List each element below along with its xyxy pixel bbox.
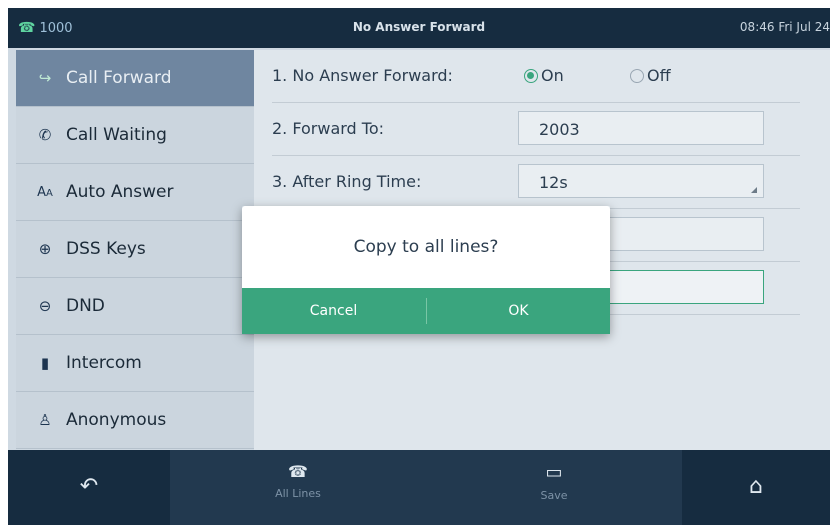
save-button[interactable]: ▭ Save bbox=[426, 450, 682, 525]
sidebar-item-call-forward[interactable]: ↪ Call Forward bbox=[16, 50, 254, 107]
intercom-icon: ▮ bbox=[40, 354, 50, 372]
radio-unselected-icon bbox=[630, 68, 644, 83]
auto-answer-icon: AA bbox=[37, 184, 53, 200]
phone-icon: ☎ bbox=[288, 462, 308, 481]
sidebar-item-label: Call Forward bbox=[66, 68, 172, 88]
sidebar-item-call-waiting[interactable]: ✆ Call Waiting bbox=[16, 107, 254, 164]
forward-to-input[interactable]: 2003 bbox=[518, 111, 764, 145]
all-lines-label: All Lines bbox=[275, 487, 321, 500]
home-button[interactable]: ⌂ bbox=[682, 450, 830, 525]
sidebar-item-label: Auto Answer bbox=[66, 182, 174, 202]
sidebar: ↪ Call Forward ✆ Call Waiting AA Auto An… bbox=[16, 50, 254, 450]
save-label: Save bbox=[540, 489, 568, 502]
back-button[interactable]: ↶ bbox=[8, 450, 170, 525]
no-answer-forward-label: 1. No Answer Forward: bbox=[272, 66, 453, 85]
after-ring-time-select[interactable]: 12s bbox=[518, 164, 764, 198]
after-ring-time-value: 12s bbox=[539, 173, 568, 192]
dialog-buttons: Cancel OK bbox=[242, 288, 610, 334]
forward-to-row: 2. Forward To: 2003 bbox=[272, 103, 800, 156]
softkey-bar: ↶ ☎ All Lines ▭ Save ⌂ bbox=[8, 450, 830, 525]
dropdown-corner-icon bbox=[751, 187, 757, 193]
sidebar-item-auto-answer[interactable]: AA Auto Answer bbox=[16, 164, 254, 221]
sidebar-item-intercom[interactable]: ▮ Intercom bbox=[16, 335, 254, 392]
off-radio[interactable]: Off bbox=[630, 66, 671, 85]
phone-screen: ☎ 1000 No Answer Forward 08:46 Fri Jul 2… bbox=[8, 8, 830, 525]
back-arrow-icon: ↶ bbox=[79, 474, 99, 499]
on-label: On bbox=[541, 66, 564, 85]
on-radio[interactable]: On bbox=[524, 66, 564, 85]
no-answer-forward-row: 1. No Answer Forward: On Off bbox=[272, 50, 800, 103]
sidebar-item-label: Anonymous bbox=[66, 410, 167, 430]
radio-selected-icon bbox=[524, 68, 538, 83]
sidebar-item-label: Call Waiting bbox=[66, 125, 167, 145]
off-label: Off bbox=[647, 66, 671, 85]
home-icon: ⌂ bbox=[749, 474, 763, 499]
sidebar-item-anonymous[interactable]: ♙ Anonymous bbox=[16, 392, 254, 449]
dnd-icon: ⊖ bbox=[38, 297, 52, 315]
save-icon: ▭ bbox=[545, 462, 563, 483]
after-ring-time-label: 3. After Ring Time: bbox=[272, 172, 422, 191]
call-waiting-icon: ✆ bbox=[38, 126, 52, 144]
sidebar-item-label: DSS Keys bbox=[66, 239, 146, 259]
dss-keys-icon: ⊕ bbox=[38, 240, 52, 258]
sidebar-item-label: DND bbox=[66, 296, 105, 316]
forward-to-label: 2. Forward To: bbox=[272, 119, 385, 138]
all-lines-button[interactable]: ☎ All Lines bbox=[170, 450, 426, 525]
after-ring-time-row: 3. After Ring Time: 12s bbox=[272, 156, 800, 209]
sidebar-item-label: Intercom bbox=[66, 353, 142, 373]
copy-dialog: Copy to all lines? Cancel OK bbox=[242, 206, 610, 334]
dialog-message: Copy to all lines? bbox=[242, 206, 610, 288]
status-bar: ☎ 1000 No Answer Forward 08:46 Fri Jul 2… bbox=[8, 8, 830, 48]
cancel-button[interactable]: Cancel bbox=[242, 288, 425, 334]
page-title: No Answer Forward bbox=[352, 20, 486, 34]
call-forward-icon: ↪ bbox=[38, 69, 52, 87]
sidebar-item-dss-keys[interactable]: ⊕ DSS Keys bbox=[16, 221, 254, 278]
anonymous-icon: ♙ bbox=[38, 411, 52, 429]
ok-button[interactable]: OK bbox=[427, 288, 610, 334]
date-time: 08:46 Fri Jul 24 bbox=[739, 20, 830, 34]
sidebar-item-dnd[interactable]: ⊖ DND bbox=[16, 278, 254, 335]
